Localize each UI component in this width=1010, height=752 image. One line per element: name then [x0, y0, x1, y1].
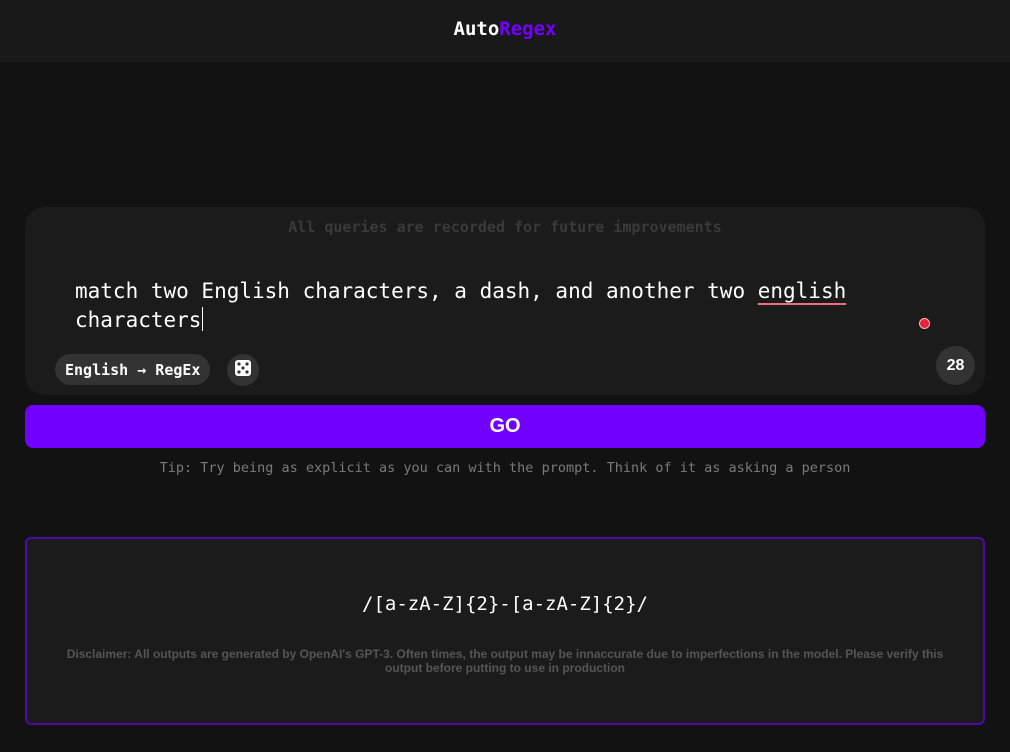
mode-selector-label: English → RegEx: [65, 360, 201, 379]
mode-selector-button[interactable]: English → RegEx: [55, 354, 211, 385]
disclaimer-text: Disclaimer: All outputs are generated by…: [66, 647, 944, 675]
character-count-badge: 28: [936, 346, 975, 385]
go-button[interactable]: GO: [25, 405, 985, 448]
query-card: All queries are recorded for future impr…: [25, 207, 985, 395]
query-text-end: characters: [75, 308, 202, 332]
regex-output[interactable]: /[a-zA-Z]{2}-[a-zA-Z]{2}/: [27, 593, 983, 615]
tip-text: Tip: Try being as explicit as you can wi…: [159, 460, 851, 476]
recording-notice: All queries are recorded for future impr…: [288, 218, 722, 236]
app-logo[interactable]: AutoRegex: [454, 18, 557, 40]
random-prompt-button[interactable]: [227, 354, 259, 386]
logo-text-auto: Auto: [453, 18, 500, 40]
top-bar: AutoRegex: [0, 0, 1010, 62]
dice-icon: [234, 359, 252, 381]
go-button-label: GO: [489, 415, 521, 437]
query-text-misspelled-word: english: [757, 279, 847, 303]
query-input[interactable]: match two English characters, a dash, an…: [75, 277, 915, 335]
recording-indicator-icon: [919, 318, 930, 329]
logo-text-regex: Regex: [499, 18, 557, 40]
result-card: /[a-zA-Z]{2}-[a-zA-Z]{2}/ Disclaimer: Al…: [25, 537, 985, 725]
text-caret: [202, 307, 204, 331]
query-text-start: match two English characters, a dash, an…: [75, 279, 758, 303]
